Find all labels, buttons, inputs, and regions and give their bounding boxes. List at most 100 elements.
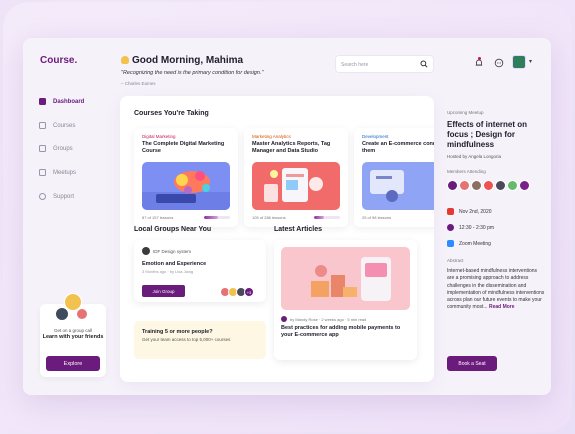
meetup-abstract: Internet-based mindfulness interventions… xyxy=(447,268,545,312)
course-thumbnail xyxy=(252,162,340,210)
avatar xyxy=(55,307,69,321)
search-input[interactable] xyxy=(341,59,416,70)
course-progress-bar xyxy=(314,216,340,219)
greeting-text: Good Morning, Mahima xyxy=(132,55,244,66)
more-members-badge: +3 xyxy=(244,287,254,297)
sidebar-item-label: Support xyxy=(53,193,75,200)
sidebar-item-label: Meetups xyxy=(53,169,77,176)
article-meta: by Mandy Rose · 2 weeks ago · 5 min read xyxy=(281,316,366,322)
gear-icon xyxy=(39,193,46,200)
article-meta-text: by Mandy Rose · 2 weeks ago · 5 min read xyxy=(290,316,367,322)
course-title: Create an E-commerce connect them xyxy=(362,141,434,154)
training-title: Training 5 or more people? xyxy=(142,329,213,335)
quote-author: – Charles Eames xyxy=(121,81,156,86)
meetup-title: Effects of internet on focus ; Design fo… xyxy=(447,120,528,149)
course-card[interactable]: Development Create an E-commerce connect… xyxy=(354,128,434,227)
book-seat-button[interactable]: Book a Seat xyxy=(447,356,497,371)
join-group-button[interactable]: Join Group xyxy=(142,285,185,297)
clock-icon xyxy=(447,224,454,231)
sidebar-item-dashboard[interactable]: Dashboard xyxy=(39,98,84,105)
sidebar-item-label: Groups xyxy=(53,145,73,152)
course-progress-text: 25 of 98 lessons xyxy=(362,215,392,220)
grid-icon xyxy=(39,145,46,152)
course-title: The Complete Digital Marketing Course xyxy=(142,141,225,154)
calendar-icon xyxy=(447,208,454,215)
main-panel: Courses You're Taking Digital Marketing … xyxy=(120,96,434,382)
courses-section-title: Courses You're Taking xyxy=(134,110,209,117)
article-title: Best practices for adding mobile payment… xyxy=(281,325,401,338)
meetup-platform: Zoom Meeting xyxy=(447,240,491,247)
training-banner[interactable]: Training 5 or more people? Get your team… xyxy=(134,321,266,359)
avatar xyxy=(507,180,518,191)
course-category: Digital Marketing xyxy=(142,134,176,139)
abstract-label: Abstract xyxy=(447,258,464,263)
course-title: Master Analytics Reports, Tag Manager an… xyxy=(252,141,331,154)
training-description: Get your team access to top 5,000+ cours… xyxy=(142,337,231,342)
explore-button[interactable]: Explore xyxy=(46,356,100,371)
sidebar-item-label: Courses xyxy=(53,122,76,129)
progress-fill xyxy=(204,216,219,219)
notification-dot xyxy=(478,57,481,60)
author-avatar xyxy=(281,316,287,322)
search-bar xyxy=(335,55,434,73)
group-card[interactable]: IDF Design system Emotion and Experience… xyxy=(134,240,266,302)
course-card[interactable]: Marketing Analytics Master Analytics Rep… xyxy=(244,128,348,227)
avatar xyxy=(483,180,494,191)
course-thumbnail xyxy=(142,162,230,210)
chat-icon[interactable] xyxy=(494,58,504,68)
avatar xyxy=(447,180,458,191)
app-window: Course. Dashboard Courses Groups Meetups… xyxy=(23,38,551,395)
meetup-platform-text: Zoom Meeting xyxy=(459,240,491,247)
chevron-down-icon[interactable]: ▾ xyxy=(529,58,532,65)
sidebar: Course. Dashboard Courses Groups Meetups… xyxy=(23,38,113,395)
group-title: Emotion and Experience xyxy=(142,261,207,267)
articles-section-title: Latest Articles xyxy=(274,226,322,233)
group-meta: 3 Months ago · by Lisa Jiang xyxy=(142,269,194,274)
progress-fill xyxy=(314,216,324,219)
wave-hand-icon xyxy=(121,56,129,64)
profile-avatar[interactable] xyxy=(512,55,526,69)
meetup-date-text: Nov 2nd, 2020 xyxy=(459,208,492,215)
course-progress-bar xyxy=(204,216,230,219)
sidebar-item-groups[interactable]: Groups xyxy=(39,145,73,152)
group-call-headline: Learn with your friends xyxy=(42,334,104,340)
avatar xyxy=(471,180,482,191)
course-category: Development xyxy=(362,134,389,139)
group-call-card: Get on a group call Learn with your frie… xyxy=(40,293,106,377)
course-progress-text: 87 of 157 lessons xyxy=(142,215,174,220)
avatar xyxy=(76,308,88,320)
sidebar-item-meetups[interactable]: Meetups xyxy=(39,169,76,176)
greeting-quote: "Recognizing the need is the primary con… xyxy=(121,70,264,76)
avatar xyxy=(495,180,506,191)
page-greeting: Good Morning, Mahima xyxy=(121,55,243,66)
members-label: Members Attending xyxy=(447,169,486,174)
group-name: IDF Design system xyxy=(153,249,192,254)
avatar xyxy=(459,180,470,191)
meetup-date: Nov 2nd, 2020 xyxy=(447,208,492,215)
course-thumbnail xyxy=(362,162,434,210)
search-icon[interactable] xyxy=(420,60,428,68)
sidebar-item-courses[interactable]: Courses xyxy=(39,122,75,129)
course-card[interactable]: Digital Marketing The Complete Digital M… xyxy=(134,128,238,227)
article-image xyxy=(281,247,410,310)
article-card[interactable]: by Mandy Rose · 2 weeks ago · 5 min read… xyxy=(274,240,417,360)
video-icon xyxy=(39,122,46,129)
video-camera-icon xyxy=(447,240,454,247)
group-icon xyxy=(142,247,150,255)
avatar xyxy=(519,180,530,191)
brand-logo[interactable]: Course. xyxy=(40,55,77,66)
course-progress-text: 105 of 286 lessons xyxy=(252,215,286,220)
meetup-host: Hosted by Angela Longoria xyxy=(447,154,502,159)
group-call-caption: Get on a group call xyxy=(53,328,93,333)
read-more-link[interactable]: Read More xyxy=(489,304,515,310)
meetup-panel: Upcoming Meetup Effects of internet on f… xyxy=(442,96,547,386)
meetup-time: 12:30 - 2:30 pm xyxy=(447,224,494,231)
sidebar-item-support[interactable]: Support xyxy=(39,193,74,200)
course-category: Marketing Analytics xyxy=(252,134,291,139)
local-groups-section-title: Local Groups Near You xyxy=(134,226,212,233)
calendar-icon xyxy=(39,169,46,176)
sidebar-item-label: Dashboard xyxy=(53,98,85,105)
dashboard-icon xyxy=(39,98,46,105)
meetup-label: Upcoming Meetup xyxy=(447,110,484,115)
meetup-time-text: 12:30 - 2:30 pm xyxy=(459,224,495,231)
